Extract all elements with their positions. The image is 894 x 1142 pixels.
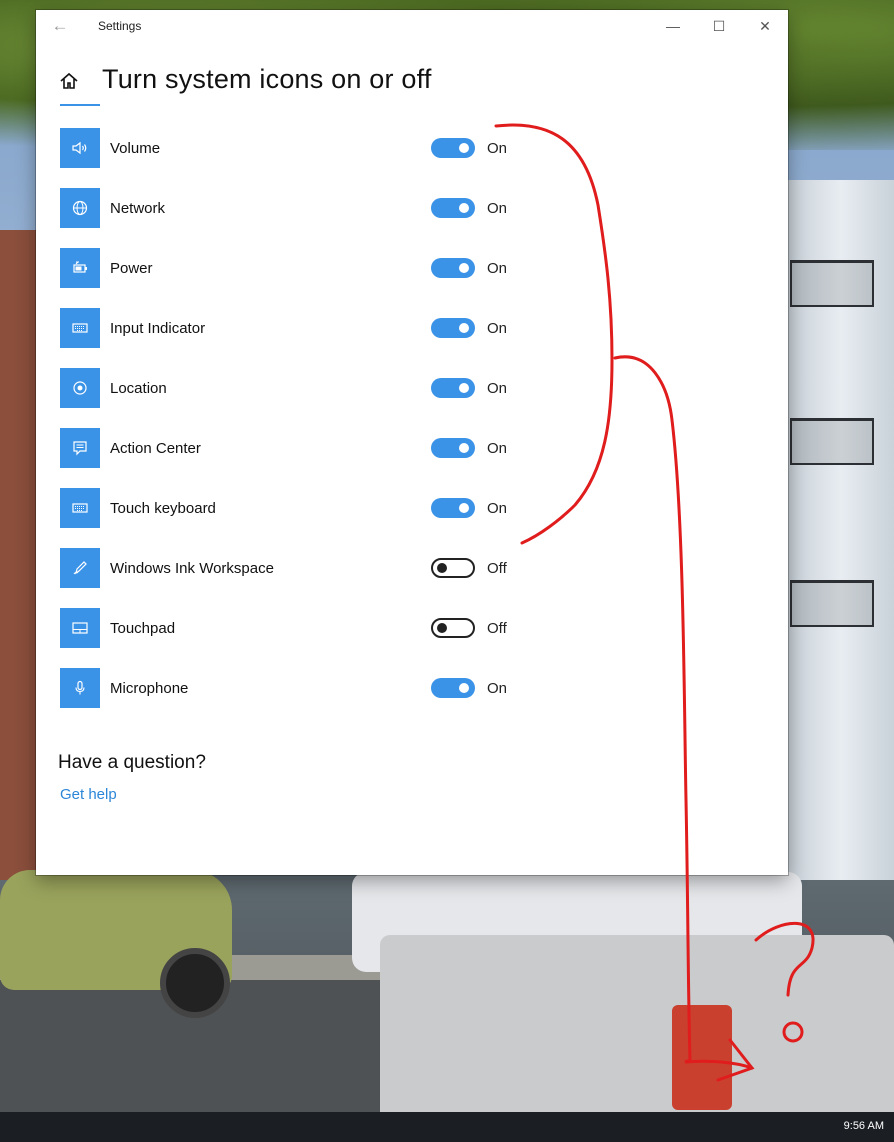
item-label: Microphone xyxy=(110,680,189,697)
input-indicator-toggle[interactable] xyxy=(431,318,475,338)
list-item-location: Location On xyxy=(60,368,580,428)
item-label: Touch keyboard xyxy=(110,500,216,517)
item-label: Touchpad xyxy=(110,620,176,637)
list-item-input-indicator: Input Indicator On xyxy=(60,308,580,368)
pen-icon xyxy=(60,548,100,588)
close-button[interactable]: ✕ xyxy=(742,10,788,42)
grey-pickup-truck xyxy=(380,935,894,1112)
toggle-knob xyxy=(459,203,469,213)
minimize-button[interactable]: — xyxy=(650,10,696,42)
toggle-knob xyxy=(459,143,469,153)
item-label: Network xyxy=(110,200,166,217)
app-title: Settings xyxy=(98,19,142,33)
balcony xyxy=(790,580,874,627)
item-label: Input Indicator xyxy=(110,320,206,337)
location-toggle[interactable] xyxy=(431,378,475,398)
toggle-state-label: On xyxy=(487,320,508,337)
toggle-knob xyxy=(459,383,469,393)
battery-icon xyxy=(60,248,100,288)
volume-icon xyxy=(60,128,100,168)
maximize-button[interactable]: ☐ xyxy=(696,10,742,42)
location-icon xyxy=(60,368,100,408)
toggle-knob xyxy=(459,443,469,453)
item-label: Action Center xyxy=(110,440,201,457)
toggle-state-label: On xyxy=(487,380,508,397)
action-center-icon xyxy=(60,428,100,468)
toggle-knob xyxy=(459,323,469,333)
list-item-action-center: Action Center On xyxy=(60,428,580,488)
list-item-touchpad: Touchpad Off xyxy=(60,608,580,668)
toggle-state-label: On xyxy=(487,500,508,517)
list-item-microphone: Microphone On xyxy=(60,668,580,728)
toggle-state-label: On xyxy=(487,140,508,157)
balcony xyxy=(790,418,874,465)
home-indicator xyxy=(60,104,100,106)
toggle-state-label: On xyxy=(487,440,508,457)
list-item-power: Power On xyxy=(60,248,580,308)
list-item-volume: Volume On xyxy=(60,128,580,188)
system-clock[interactable]: 9:56 AM xyxy=(844,1120,884,1132)
toggle-state-label: On xyxy=(487,680,508,697)
power-toggle[interactable] xyxy=(431,258,475,278)
action-center-toggle[interactable] xyxy=(431,438,475,458)
toggle-state-label: On xyxy=(487,260,508,277)
touchpad-toggle[interactable] xyxy=(431,618,475,638)
item-label: Power xyxy=(110,260,153,277)
page-title: Turn system icons on or off xyxy=(102,64,432,94)
list-item-windows-ink-workspace: Windows Ink Workspace Off xyxy=(60,548,580,608)
toggle-knob xyxy=(459,683,469,693)
system-icons-list: Volume On Network On Power On Input Indi… xyxy=(60,128,580,728)
page-header: Turn system icons on or off xyxy=(36,60,788,110)
microphone-icon xyxy=(60,668,100,708)
network-toggle[interactable] xyxy=(431,198,475,218)
item-label: Volume xyxy=(110,140,161,157)
keyboard-icon xyxy=(60,308,100,348)
balcony xyxy=(790,260,874,307)
item-label: Windows Ink Workspace xyxy=(110,560,274,577)
volume-toggle[interactable] xyxy=(431,138,475,158)
list-item-touch-keyboard: Touch keyboard On xyxy=(60,488,580,548)
toggle-state-label: On xyxy=(487,200,508,217)
toggle-state-label: Off xyxy=(487,620,507,637)
settings-window: ← Settings — ☐ ✕ Turn system icons on or… xyxy=(36,10,788,875)
touchpad-icon xyxy=(60,608,100,648)
green-car xyxy=(0,870,232,1018)
title-bar: ← Settings — ☐ ✕ xyxy=(36,10,788,42)
list-item-network: Network On xyxy=(60,188,580,248)
brick-building xyxy=(0,230,40,880)
keyboard-icon xyxy=(60,488,100,528)
microphone-toggle[interactable] xyxy=(431,678,475,698)
get-help-link[interactable]: Get help xyxy=(60,786,117,803)
car-wheel xyxy=(160,948,230,1018)
toggle-knob xyxy=(437,563,447,573)
toggle-knob xyxy=(459,263,469,273)
taskbar: 9:56 AM xyxy=(0,1112,894,1142)
truck-tail-light xyxy=(672,1005,732,1110)
item-label: Location xyxy=(110,380,167,397)
home-icon[interactable] xyxy=(58,70,82,94)
network-globe-icon xyxy=(60,188,100,228)
toggle-state-label: Off xyxy=(487,560,507,577)
back-arrow-icon[interactable]: ← xyxy=(46,14,74,38)
toggle-knob xyxy=(437,623,447,633)
help-question-heading: Have a question? xyxy=(58,752,206,773)
touch-keyboard-toggle[interactable] xyxy=(431,498,475,518)
windows-ink-workspace-toggle[interactable] xyxy=(431,558,475,578)
toggle-knob xyxy=(459,503,469,513)
